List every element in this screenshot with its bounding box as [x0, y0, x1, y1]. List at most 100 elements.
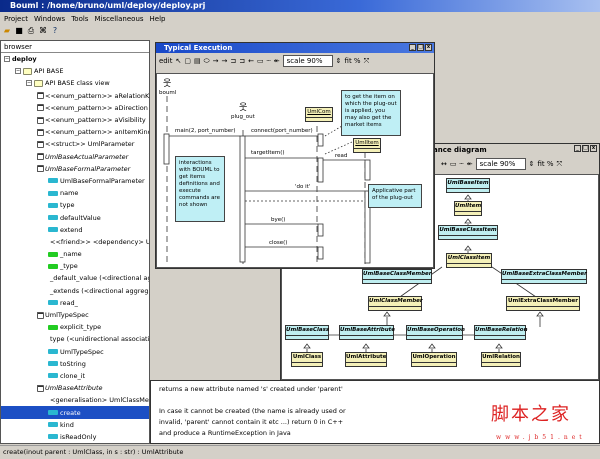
tree-item[interactable]: +<<enum_pattern>> aDirection [1, 102, 149, 114]
class-umlrelation[interactable]: UmlRelation [481, 352, 521, 367]
tree-item[interactable]: type (<unidirectional association>) [1, 333, 149, 345]
class-umlbaseoperation[interactable]: UmlBaseOperation [406, 325, 465, 340]
note-tool-icon[interactable]: ▭ [450, 160, 457, 168]
tree-item[interactable]: kind [1, 419, 149, 431]
menu-tools[interactable]: Tools [71, 15, 88, 23]
anchor-tool-icon[interactable]: ↞ [274, 57, 280, 65]
message-read[interactable]: read [335, 153, 347, 159]
print-icon[interactable]: ⎙ [26, 26, 36, 36]
tree-item[interactable]: − API BASE class view [1, 77, 149, 89]
actor-tool-icon[interactable]: ▢ [184, 57, 191, 65]
dashed-line-tool-icon[interactable]: ┄ [460, 160, 464, 168]
tree-item[interactable]: +UmlBaseActualParameter [1, 151, 149, 163]
menu-project[interactable]: Project [4, 15, 28, 23]
sync-msg-icon[interactable]: → [213, 57, 219, 65]
description-panel[interactable]: returns a new attribute named 's' create… [150, 380, 600, 444]
tree-item[interactable]: toString [1, 358, 149, 370]
scale-select[interactable]: scale 90% [282, 55, 333, 67]
collapse-icon[interactable]: − [26, 80, 32, 87]
lifeline-tool-icon[interactable]: ⬭ [204, 57, 210, 66]
object-umlitem[interactable]: UmlItem [353, 138, 381, 153]
tree-item[interactable]: − API BASE [1, 65, 149, 77]
select-tool-icon[interactable]: ↖ [175, 57, 181, 65]
minimize-button[interactable]: _ [574, 145, 581, 152]
find-icon[interactable]: ⌘ [38, 26, 48, 36]
tree-item[interactable]: _type [1, 260, 149, 272]
tree-item[interactable]: <generalisation> UmlClassMember [1, 394, 149, 406]
note-tool-icon[interactable]: ▭ [257, 57, 264, 65]
message-main[interactable]: main(2, port_number) [175, 128, 236, 134]
collapse-icon[interactable]: − [15, 68, 21, 75]
class-umlbaseitem[interactable]: UmlBaseItem [446, 178, 490, 193]
dashed-line-tool-icon[interactable]: ┄ [267, 57, 271, 65]
self-msg-icon[interactable]: ⊐ [230, 57, 236, 65]
class-umloperation[interactable]: UmlOperation [411, 352, 457, 367]
message-close[interactable]: close() [269, 240, 287, 246]
sequence-canvas[interactable]: 웃 bouml 웃 plug_out UmlCom UmlItem main(2… [156, 73, 434, 268]
tree-item[interactable]: create [1, 406, 149, 419]
class-umlbaseattribute[interactable]: UmlBaseAttribute [339, 325, 395, 340]
collapse-icon[interactable]: − [4, 56, 10, 63]
message-bye[interactable]: bye() [271, 217, 285, 223]
scale-spinner[interactable]: ⇕ [529, 160, 535, 168]
message-targetitem[interactable]: targetItem() [251, 150, 285, 156]
tree-item[interactable]: <<friend>> <dependency> UmlBaseFormalPar… [1, 236, 149, 248]
tree-item[interactable]: name [1, 187, 149, 199]
tree-item[interactable]: −UmlBaseFormalParameter [1, 163, 149, 175]
tree-item[interactable]: read_ [1, 297, 149, 309]
help-icon[interactable]: ? [50, 26, 60, 36]
maximize-button[interactable]: □ [582, 145, 589, 152]
class-umlclassitem[interactable]: UmlClassItem [446, 253, 492, 268]
message-connect[interactable]: connect(port_number) [251, 128, 313, 134]
tree-item[interactable]: −UmlBaseAttribute [1, 382, 149, 394]
tree-item[interactable]: UmlTypeSpec [1, 346, 149, 358]
close-button[interactable]: x [425, 44, 432, 51]
arrow-tool-icon[interactable]: ↔ [441, 160, 447, 168]
class-umlclassmember[interactable]: UmlClassMember [368, 296, 423, 311]
class-umlbaseclassitem[interactable]: UmlBaseClassItem [438, 225, 498, 240]
tree-item[interactable]: − deploy [1, 53, 149, 65]
return-msg-icon[interactable]: ← [248, 57, 254, 65]
open-icon[interactable]: ▰ [2, 26, 12, 36]
edit-tool[interactable]: edit [159, 57, 172, 65]
tree-item[interactable]: +<<enum_pattern>> anItemKind [1, 126, 149, 138]
tree-item[interactable]: UmlBaseFormalParameter [1, 175, 149, 187]
tree-item[interactable]: _default_value (<directional aggregation… [1, 272, 149, 284]
class-umlbaserelation[interactable]: UmlBaseRelation [474, 325, 528, 340]
self-async-icon[interactable]: ⊐ [239, 57, 245, 65]
scale-spinner[interactable]: ⇕ [336, 57, 342, 65]
tree-item[interactable]: clone_it [1, 370, 149, 382]
tree-item[interactable]: −UmlTypeSpec [1, 309, 149, 321]
maximize-button[interactable]: □ [417, 44, 424, 51]
note-get-item[interactable]: to get the item on which the plug-out is… [341, 90, 401, 136]
async-msg-icon[interactable]: → [221, 57, 227, 65]
class-umlbaseclassmember[interactable]: UmlBaseClassMember [362, 269, 432, 284]
message-do-it[interactable]: 'do it' [295, 184, 310, 190]
class-umlbaseclass[interactable]: UmlBaseClass [285, 325, 329, 340]
tree-item[interactable]: isReadOnly [1, 431, 149, 443]
minimize-button[interactable]: _ [409, 44, 416, 51]
actor-bouml[interactable]: bouml [159, 90, 176, 96]
anchor-tool-icon[interactable]: ↞ [467, 160, 473, 168]
tree-item[interactable]: defaultValue [1, 211, 149, 223]
tree-item[interactable]: +<<enum_pattern>> aVisibility [1, 114, 149, 126]
class-tool-icon[interactable]: ▤ [194, 57, 201, 65]
class-umlbaseextraclassmember[interactable]: UmlBaseExtraClassMember [501, 269, 587, 284]
fit-icon[interactable]: ⤧ [364, 57, 370, 66]
fit-icon[interactable]: ⤧ [557, 160, 563, 169]
tree-item[interactable]: _name [1, 248, 149, 260]
close-button[interactable]: x [590, 145, 597, 152]
note-interactions[interactable]: interactions with BOUML to get items def… [175, 156, 225, 222]
object-umlcom[interactable]: UmlCom [305, 107, 333, 122]
scale-select[interactable]: scale 90% [475, 158, 526, 170]
class-umlclass[interactable]: UmlClass [291, 352, 323, 367]
save-icon[interactable]: ■ [14, 26, 24, 36]
tree-item[interactable]: extend [1, 224, 149, 236]
tree-item[interactable]: type [1, 199, 149, 211]
tree-item[interactable]: +<<enum_pattern>> aRelationKind [1, 90, 149, 102]
actor-plug-out[interactable]: plug_out [231, 114, 255, 120]
menu-windows[interactable]: Windows [34, 15, 65, 23]
tree-item[interactable]: explicit_type [1, 321, 149, 333]
note-applicative-part[interactable]: Applicative part of the plug-out [368, 184, 422, 208]
tree-item[interactable]: _extends (<directional aggregation>) [1, 285, 149, 297]
